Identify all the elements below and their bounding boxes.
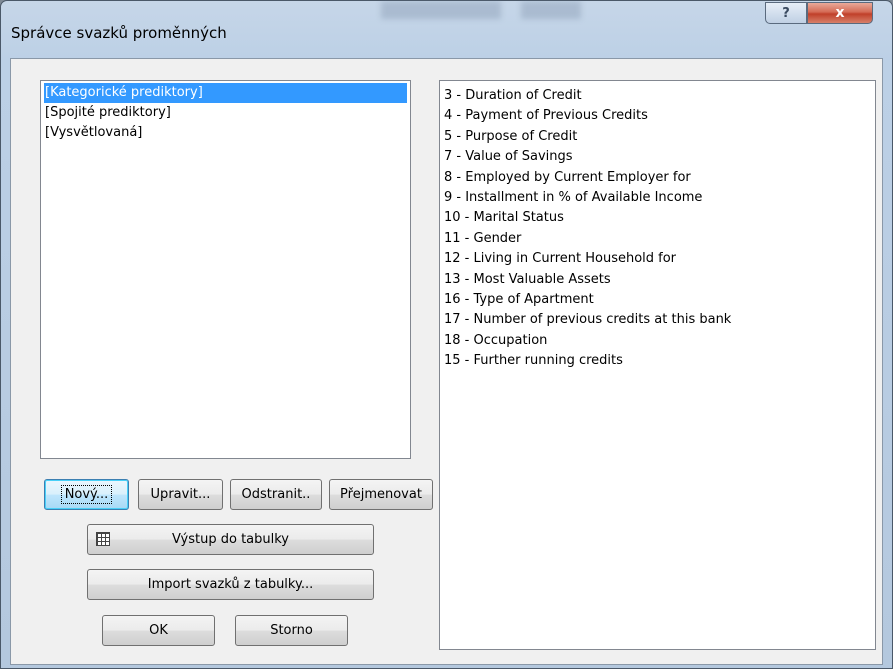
variable-item[interactable]: 4 - Payment of Previous Credits <box>444 106 871 126</box>
bundle-list[interactable]: [Kategorické prediktory] [Spojité predik… <box>40 80 411 459</box>
variable-item[interactable]: 16 - Type of Apartment <box>444 290 871 310</box>
remove-button[interactable]: Odstranit.. <box>230 479 322 510</box>
import-from-table-button[interactable]: Import svazků z tabulky... <box>87 569 374 600</box>
variable-item[interactable]: 13 - Most Valuable Assets <box>444 270 871 290</box>
variable-list[interactable]: 3 - Duration of Credit 4 - Payment of Pr… <box>439 80 876 650</box>
dialog-window: Správce svazků proměnných ? x [Kategoric… <box>0 0 893 669</box>
variable-item[interactable]: 9 - Installment in % of Available Income <box>444 188 871 208</box>
bundle-item[interactable]: [Kategorické prediktory] <box>44 83 407 103</box>
rename-button-label: Přejmenovat <box>340 487 422 502</box>
title-bar[interactable]: Správce svazků proměnných ? x <box>1 1 892 57</box>
new-button[interactable]: Nový... <box>44 479 129 510</box>
bundle-item[interactable]: [Spojité prediktory] <box>44 103 407 123</box>
dialog-content: [Kategorické prediktory] [Spojité predik… <box>10 58 883 665</box>
background-blur <box>381 1 501 19</box>
close-icon: x <box>835 5 845 21</box>
variable-item[interactable]: 8 - Employed by Current Employer for <box>444 168 871 188</box>
variable-item[interactable]: 17 - Number of previous credits at this … <box>444 310 871 330</box>
cancel-button[interactable]: Storno <box>235 615 348 646</box>
window-title: Správce svazků proměnných <box>11 24 227 42</box>
ok-button[interactable]: OK <box>102 615 215 646</box>
variable-item[interactable]: 12 - Living in Current Household for <box>444 249 871 269</box>
variable-item[interactable]: 18 - Occupation <box>444 331 871 351</box>
export-button-label: Výstup do tabulky <box>172 532 289 547</box>
rename-button[interactable]: Přejmenovat <box>329 479 433 510</box>
background-blur <box>521 1 581 19</box>
edit-button[interactable]: Upravit... <box>138 479 223 510</box>
export-to-table-button[interactable]: Výstup do tabulky <box>87 524 374 555</box>
new-button-label: Nový... <box>60 485 113 504</box>
ok-button-label: OK <box>149 623 168 638</box>
table-icon <box>96 532 110 546</box>
help-icon: ? <box>782 5 790 21</box>
bundle-item[interactable]: [Vysvětlovaná] <box>44 123 407 143</box>
variable-item[interactable]: 7 - Value of Savings <box>444 147 871 167</box>
remove-button-label: Odstranit.. <box>241 487 311 502</box>
variable-item[interactable]: 10 - Marital Status <box>444 208 871 228</box>
variable-item[interactable]: 3 - Duration of Credit <box>444 86 871 106</box>
close-button[interactable]: x <box>807 2 873 24</box>
variable-item[interactable]: 5 - Purpose of Credit <box>444 127 871 147</box>
variable-item[interactable]: 11 - Gender <box>444 229 871 249</box>
edit-button-label: Upravit... <box>150 487 211 502</box>
help-button[interactable]: ? <box>765 2 807 24</box>
import-button-label: Import svazků z tabulky... <box>147 577 314 592</box>
cancel-button-label: Storno <box>270 623 313 638</box>
variable-item[interactable]: 15 - Further running credits <box>444 351 871 371</box>
